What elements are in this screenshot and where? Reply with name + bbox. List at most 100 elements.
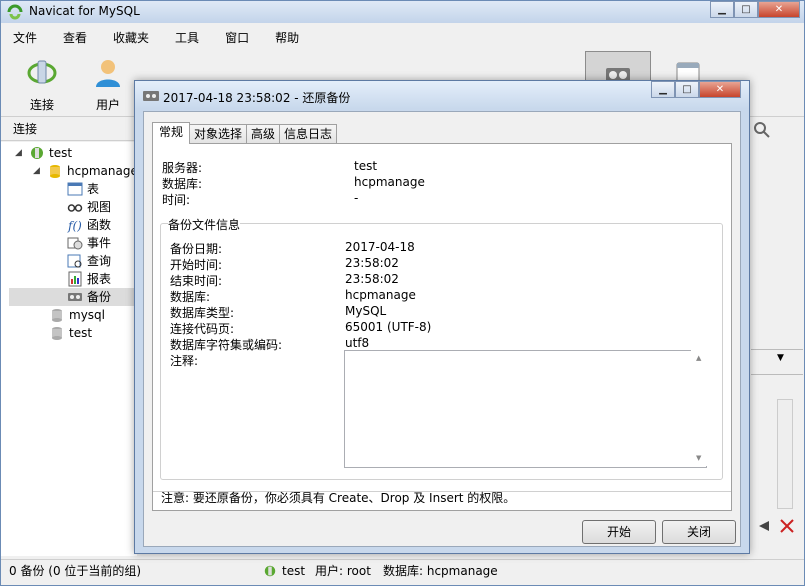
event-icon <box>67 237 83 250</box>
tree-item-tables[interactable]: 表 <box>67 180 99 198</box>
notes-textarea[interactable] <box>344 350 707 468</box>
status-connection: test <box>282 564 306 578</box>
close-button[interactable]: 关闭 <box>662 520 736 544</box>
tree-item-queries[interactable]: 查询 <box>67 252 111 270</box>
menu-window[interactable]: 窗口 <box>225 27 249 49</box>
info-value: 65001 (UTF-8) <box>345 320 432 334</box>
menu-tools[interactable]: 工具 <box>175 27 199 49</box>
info-label: 结束时间: <box>170 274 223 288</box>
tree-item-functions[interactable]: f() 函数 <box>67 216 111 234</box>
report-icon <box>68 271 82 287</box>
search-icon[interactable] <box>753 121 771 139</box>
collapse-icon[interactable]: ◢ <box>15 144 25 162</box>
minimize-button[interactable]: ▁ <box>710 1 734 18</box>
tree-item-db-mysql[interactable]: mysql <box>49 306 105 324</box>
backup-icon <box>143 91 159 101</box>
database-icon <box>52 309 62 322</box>
maximize-button[interactable]: □ <box>734 1 758 18</box>
info-label: 数据库类型: <box>170 306 235 320</box>
user-button[interactable]: 用户 <box>75 51 141 113</box>
query-icon <box>67 254 82 268</box>
menu-favorites[interactable]: 收藏夹 <box>113 27 149 49</box>
tree-item-views[interactable]: 视图 <box>67 198 111 216</box>
app-title: Navicat for MySQL <box>29 4 140 18</box>
user-icon <box>96 60 120 87</box>
tab-advanced[interactable]: 高级 <box>246 124 281 144</box>
server-label: 服务器: <box>162 161 203 175</box>
table-icon <box>67 182 83 196</box>
status-user: 用户: root <box>315 564 371 578</box>
info-value: MySQL <box>345 304 387 318</box>
dialog-tabs: 常规 对象选择 高级 信息日志 <box>152 122 338 144</box>
status-bar: 0 备份 (0 位于当前的组) test 用户: root 数据库: hcpma… <box>1 559 804 585</box>
user-label: 用户 <box>95 98 120 112</box>
info-value: 23:58:02 <box>345 256 399 270</box>
title-bar: Navicat for MySQL ▁ □ ✕ <box>1 1 804 23</box>
navigation-tree: ◢ test ◢ hcpmanage 表 视图 f() 函数 事件 查询 报表 … <box>1 142 138 556</box>
close-window-button[interactable]: ✕ <box>758 1 800 18</box>
row-actions-icon[interactable] <box>755 517 799 535</box>
status-backup-count: 0 备份 (0 位于当前的组) <box>9 564 142 578</box>
connection-icon <box>31 147 43 159</box>
tree-item-label: 函数 <box>87 218 112 232</box>
database-icon <box>50 165 60 178</box>
scrollbar[interactable] <box>777 399 793 509</box>
notes-label: 注释: <box>170 354 199 368</box>
tree-item-db-hcpmanage[interactable]: ◢ hcpmanage <box>33 162 138 180</box>
tree-item-label: 查询 <box>87 254 112 268</box>
tree-item-db-test[interactable]: test <box>49 324 92 342</box>
menu-file[interactable]: 文件 <box>13 27 37 49</box>
info-value: 2017-04-18 <box>345 240 415 254</box>
menu-help[interactable]: 帮助 <box>275 27 299 49</box>
dialog-body: 常规 对象选择 高级 信息日志 服务器: test 数据库: hcpmanage… <box>143 111 741 547</box>
tree-item-backups[interactable]: 备份 <box>9 288 137 306</box>
chevron-down-icon[interactable]: ▼ <box>777 353 784 363</box>
navicat-logo-icon <box>7 4 23 20</box>
database-label: 数据库: <box>162 177 203 191</box>
tree-item-label: test <box>69 326 93 340</box>
tree-item-connection-test[interactable]: ◢ test <box>15 144 72 162</box>
dialog-title: 2017-04-18 23:58:02 - 还原备份 <box>163 91 351 105</box>
view-icon <box>67 204 83 212</box>
backup-icon <box>68 293 82 301</box>
dialog-minimize-button[interactable]: ▁ <box>651 81 675 98</box>
backup-file-info-group: 备份文件信息 备份日期: 2017-04-18 开始时间: 23:58:02 结… <box>160 216 723 480</box>
connection-icon <box>264 565 276 577</box>
tree-item-label: 表 <box>87 182 100 196</box>
status-database: 数据库: hcpmanage <box>383 564 498 578</box>
info-label: 数据库字符集或编码: <box>170 338 283 352</box>
connect-label: 连接 <box>29 98 54 112</box>
dialog-maximize-button[interactable]: □ <box>675 81 699 98</box>
function-icon: f() <box>67 219 82 233</box>
info-value: utf8 <box>345 336 370 350</box>
database-icon <box>52 327 62 340</box>
tree-item-label: hcpmanage <box>67 164 138 178</box>
database-value: hcpmanage <box>354 175 425 189</box>
tree-item-label: 事件 <box>87 236 112 250</box>
time-value: - <box>354 191 359 205</box>
permission-note: 注意: 要还原备份，你必须具有 Create、Drop 及 Insert 的权限… <box>161 491 516 505</box>
tree-item-label: 报表 <box>87 272 112 286</box>
time-label: 时间: <box>162 193 191 207</box>
tree-item-reports[interactable]: 报表 <box>67 270 111 288</box>
tab-object-selection[interactable]: 对象选择 <box>189 124 248 144</box>
info-label: 连接代码页: <box>170 322 235 336</box>
dialog-title-bar: 2017-04-18 23:58:02 - 还原备份 ▁ □ ✕ <box>135 81 749 109</box>
right-pane: ▼ <box>751 117 804 557</box>
info-value: 23:58:02 <box>345 272 399 286</box>
restore-backup-dialog: 2017-04-18 23:58:02 - 还原备份 ▁ □ ✕ 常规 对象选择… <box>134 80 750 554</box>
start-button[interactable]: 开始 <box>582 520 656 544</box>
tree-item-label: test <box>49 146 73 160</box>
dialog-close-button[interactable]: ✕ <box>699 81 741 98</box>
server-value: test <box>354 159 378 173</box>
tree-item-events[interactable]: 事件 <box>67 234 111 252</box>
info-label: 开始时间: <box>170 258 223 272</box>
connect-icon <box>27 60 57 84</box>
general-tab-panel: 服务器: test 数据库: hcpmanage 时间: - 备份文件信息 备份… <box>152 143 732 511</box>
collapse-icon[interactable]: ◢ <box>33 162 43 180</box>
tree-item-label: 视图 <box>87 200 112 214</box>
menu-view[interactable]: 查看 <box>63 27 87 49</box>
tab-message-log[interactable]: 信息日志 <box>279 124 338 144</box>
tab-general[interactable]: 常规 <box>152 122 191 144</box>
connect-button[interactable]: 连接 <box>9 51 75 113</box>
